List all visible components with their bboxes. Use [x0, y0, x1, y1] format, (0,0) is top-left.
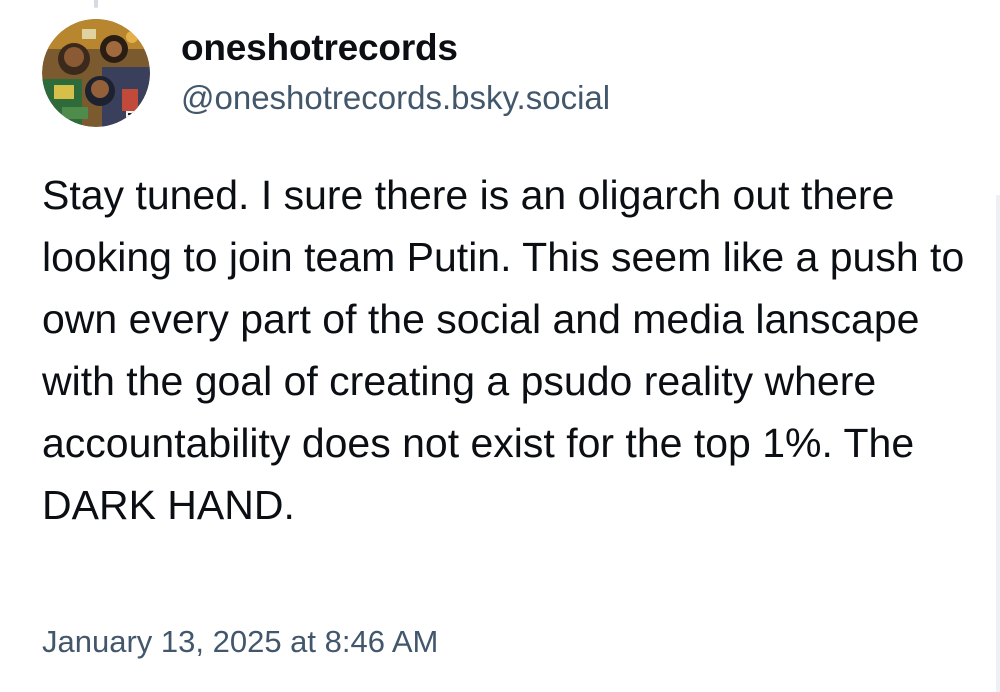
- post-text: Stay tuned. I sure there is an oligarch …: [42, 172, 965, 528]
- avatar[interactable]: [42, 19, 150, 127]
- author-handle[interactable]: @oneshotrecords.bsky.social: [181, 76, 610, 120]
- post-timestamp[interactable]: January 13, 2025 at 8:46 AM: [42, 620, 438, 664]
- post-container: oneshotrecords @oneshotrecords.bsky.soci…: [42, 16, 992, 536]
- post-header: oneshotrecords @oneshotrecords.bsky.soci…: [42, 16, 992, 130]
- author-info: oneshotrecords @oneshotrecords.bsky.soci…: [181, 26, 610, 120]
- thread-connector-line: [94, 0, 98, 8]
- panel-border: [996, 195, 1000, 692]
- author-display-name[interactable]: oneshotrecords: [181, 26, 610, 70]
